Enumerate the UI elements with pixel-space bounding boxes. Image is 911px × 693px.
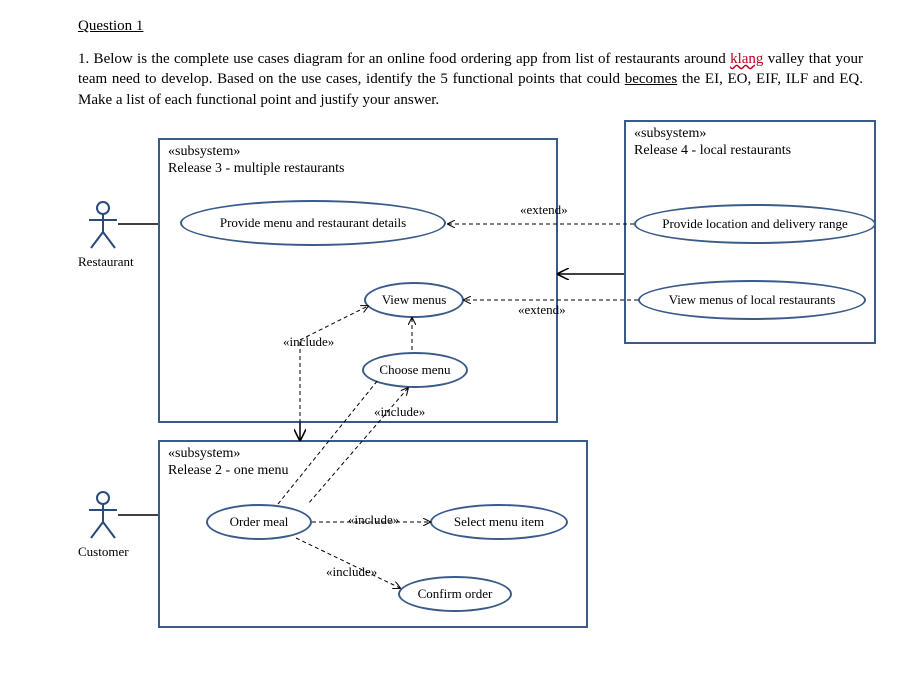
grammar-becomes: becomes — [625, 71, 677, 87]
subsystem-title: Release 2 - one menu — [168, 463, 578, 480]
actor-restaurant: Restaurant — [78, 200, 128, 270]
label-include: «include» — [283, 334, 334, 350]
subsystem-stereotype: «subsystem» — [168, 446, 578, 463]
label-include: «include» — [348, 512, 399, 528]
usecase-provide-location: Provide location and delivery range — [634, 204, 876, 244]
subsystem-release3: «subsystem» Release 3 - multiple restaur… — [158, 138, 558, 423]
label-extend: «extend» — [518, 302, 566, 318]
label-include: «include» — [326, 564, 377, 580]
usecase-choose-menu: Choose menu — [362, 352, 468, 388]
usecase-order-meal: Order meal — [206, 504, 312, 540]
stick-figure-icon — [83, 200, 123, 250]
question-heading: Question 1 — [78, 18, 863, 35]
stick-figure-icon — [83, 490, 123, 540]
actor-customer: Customer — [78, 490, 128, 560]
label-include: «include» — [374, 404, 425, 420]
actor-label: Restaurant — [78, 254, 128, 270]
subsystem-stereotype: «subsystem» — [634, 126, 866, 143]
usecase-confirm-order: Confirm order — [398, 576, 512, 612]
question-text: 1. Below is the complete use cases diagr… — [78, 49, 863, 110]
usecase-view-menus: View menus — [364, 282, 464, 318]
actor-label: Customer — [78, 544, 128, 560]
usecase-select-item: Select menu item — [430, 504, 568, 540]
subsystem-stereotype: «subsystem» — [168, 144, 548, 161]
subsystem-title: Release 3 - multiple restaurants — [168, 161, 548, 178]
label-extend: «extend» — [520, 202, 568, 218]
use-case-diagram: «subsystem» Release 3 - multiple restaur… — [78, 120, 878, 640]
misspelled-klang: klang — [730, 51, 763, 67]
subsystem-title: Release 4 - local restaurants — [634, 143, 866, 160]
usecase-view-local: View menus of local restaurants — [638, 280, 866, 320]
usecase-provide-menu: Provide menu and restaurant details — [180, 200, 446, 246]
para-part1: 1. Below is the complete use cases diagr… — [78, 51, 730, 67]
